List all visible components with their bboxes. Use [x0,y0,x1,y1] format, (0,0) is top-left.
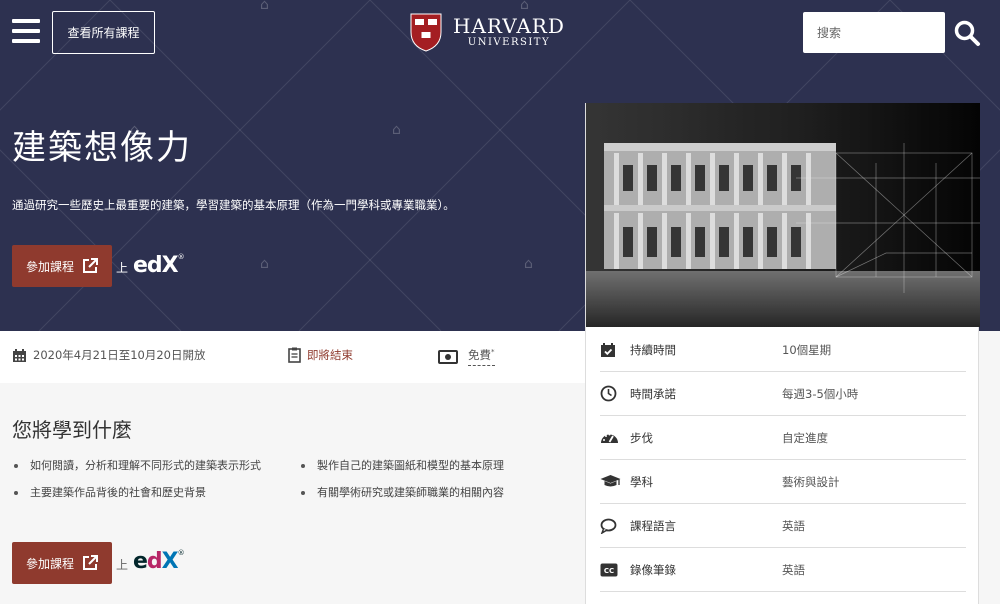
harvard-shield-icon [410,13,442,52]
fact-row-pace: 步伐 自定進度 [600,416,966,460]
fact-value: 每週3-5個小時 [782,386,859,401]
course-hero-image [586,103,980,327]
external-link-icon [83,258,98,273]
fact-value: 英語 [782,518,805,533]
course-description: 通過研究一些歷史上最重要的建築，學習建築的基本原理（作為一門學科或專業職業）。 [12,198,455,212]
fact-row-effort: 時間承諾 每週3-5個小時 [600,372,966,416]
fact-row-duration: 持續時間 10個星期 [600,328,966,372]
speedometer-icon [600,430,630,446]
list-item: 有關學術研究或建築師職業的相關內容 [299,486,572,500]
fact-row-subject: 學科 藝術與設計 [600,460,966,504]
on-label: 上 [116,261,129,275]
fact-value: 10個星期 [782,342,832,357]
fact-value[interactable]: 藝術與設計 [782,474,840,490]
clipboard-icon [288,347,301,363]
external-link-icon [83,555,98,570]
fact-label: 時間承諾 [630,386,676,401]
course-price-text[interactable]: 免費* [468,347,495,366]
view-all-courses-button[interactable]: 查看所有課程 [52,11,155,54]
fact-label: 學科 [630,474,653,489]
clock-icon [600,385,630,402]
enroll-button-label: 參加課程 [25,556,74,571]
speech-bubble-icon [600,518,630,534]
logo-subtitle: UNIVERSITY [467,37,551,48]
list-item: 製作自己的建築圖紙和模型的基本原理 [299,459,572,473]
calendar-icon [13,348,26,362]
fact-label: 步伐 [630,430,653,445]
fact-value: 英語 [782,562,805,577]
money-bill-icon [438,349,458,364]
search-input[interactable] [803,12,945,53]
enroll-button-bottom[interactable]: 參加課程 [12,542,112,584]
fact-value: 自定進度 [782,430,828,445]
list-item: 主要建築作品背後的社會和歷史背景 [12,486,299,500]
harvard-logo[interactable]: HARVARD UNIVERSITY [409,12,565,52]
enroll-button-label: 參加課程 [25,259,74,274]
svg-text:CC: CC [604,567,614,575]
course-status: 即將結束 [288,347,353,363]
course-price[interactable]: 免費* [438,347,495,366]
learn-list: 如何閱讀，分析和理解不同形式的建築表示形式 製作自己的建築圖紙和模型的基本原理 … [12,459,572,500]
course-dates-text: 2020年4月21日至10月20日開放 [33,348,206,362]
logo-title: HARVARD [453,14,565,38]
fact-label: 課程語言 [630,518,676,533]
calendar-check-icon [600,342,630,358]
edx-logo[interactable]: edX® [133,549,185,574]
course-info-strip: 2020年4月21日至10月20日開放 即將結束 免費* [0,331,585,383]
fact-row-transcripts: CC 錄像筆錄 英語 [600,548,966,592]
enroll-button[interactable]: 參加課程 [12,245,112,287]
graduation-cap-icon [600,474,630,489]
closed-caption-icon: CC [600,563,630,577]
search-icon[interactable] [953,19,981,47]
course-summary-card: 持續時間 10個星期 時間承諾 每週3-5個小時 步伐 自定進度 學科 藝術與設… [585,103,980,604]
fact-label: 錄像筆錄 [630,562,676,577]
hamburger-menu-icon[interactable] [12,19,40,45]
learn-section-title: 您將學到什麼 [12,418,132,442]
course-title: 建築想像力 [12,128,192,168]
fact-row-language: 課程語言 英語 [600,504,966,548]
course-dates: 2020年4月21日至10月20日開放 [12,347,205,363]
edx-logo[interactable]: edX® [133,253,185,278]
list-item: 如何閱讀，分析和理解不同形式的建築表示形式 [12,459,299,473]
course-status-text: 即將結束 [307,348,353,362]
fact-label: 持續時間 [630,342,676,357]
course-facts-list: 持續時間 10個星期 時間承諾 每週3-5個小時 步伐 自定進度 學科 藝術與設… [600,328,966,592]
on-label: 上 [116,558,129,572]
